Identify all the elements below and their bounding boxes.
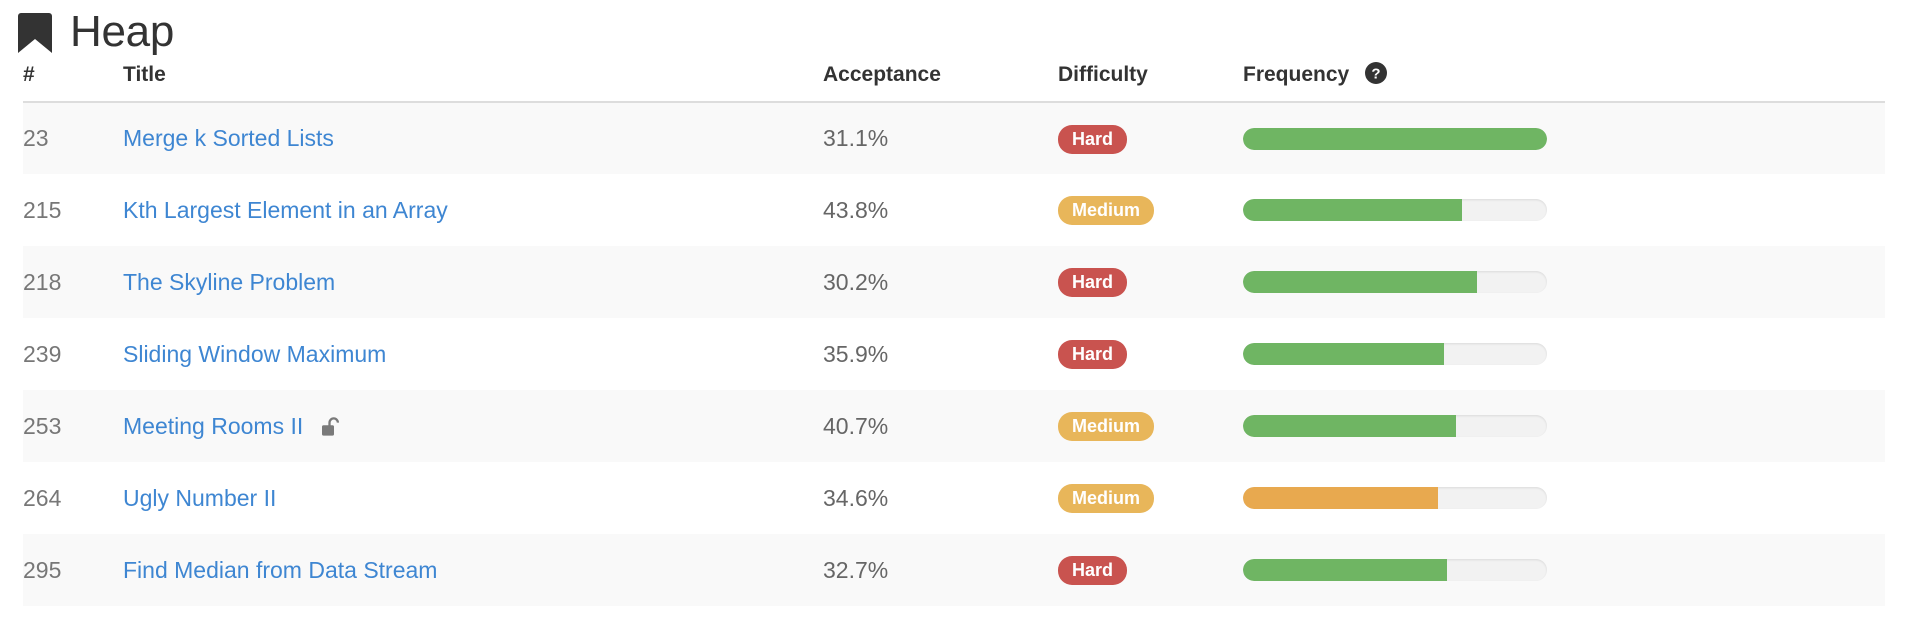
problem-title-cell: The Skyline Problem xyxy=(123,246,823,318)
frequency-bar-fill xyxy=(1243,199,1462,221)
frequency-cell xyxy=(1243,318,1885,390)
frequency-bar-track xyxy=(1243,559,1547,581)
difficulty-badge: Medium xyxy=(1058,484,1155,513)
column-header-difficulty[interactable]: Difficulty xyxy=(1058,56,1243,103)
problem-link[interactable]: Meeting Rooms II xyxy=(123,413,303,440)
problem-title-cell: Ugly Number II xyxy=(123,462,823,534)
acceptance-rate: 32.7% xyxy=(823,534,1058,606)
problem-id: 215 xyxy=(23,174,123,246)
frequency-bar-track xyxy=(1243,343,1547,365)
problem-id: 264 xyxy=(23,462,123,534)
acceptance-rate: 30.2% xyxy=(823,246,1058,318)
title-wrap: Kth Largest Element in an Array xyxy=(123,197,448,224)
problem-id: 253 xyxy=(23,390,123,462)
difficulty-cell: Medium xyxy=(1058,462,1243,534)
title-wrap: The Skyline Problem xyxy=(123,269,335,296)
column-header-id[interactable]: # xyxy=(23,56,123,103)
problem-link[interactable]: Ugly Number II xyxy=(123,485,276,512)
title-wrap: Sliding Window Maximum xyxy=(123,341,386,368)
table-row[interactable]: 253 Meeting Rooms II 40.7% Medium xyxy=(23,390,1885,462)
column-header-frequency-label: Frequency xyxy=(1243,63,1350,86)
difficulty-cell: Medium xyxy=(1058,390,1243,462)
problem-link[interactable]: Find Median from Data Stream xyxy=(123,557,437,584)
frequency-bar-track xyxy=(1243,199,1547,221)
column-header-title[interactable]: Title xyxy=(123,56,823,103)
problems-table: # Title Acceptance Difficulty Frequency … xyxy=(23,56,1885,606)
difficulty-badge: Hard xyxy=(1058,340,1128,369)
problem-title-cell: Kth Largest Element in an Array xyxy=(123,174,823,246)
difficulty-badge: Hard xyxy=(1058,124,1128,154)
frequency-cell xyxy=(1243,102,1885,174)
table-row[interactable]: 264 Ugly Number II 34.6% Medium xyxy=(23,462,1885,534)
problem-title-cell: Sliding Window Maximum xyxy=(123,318,823,390)
frequency-cell xyxy=(1243,246,1885,318)
table-header: # Title Acceptance Difficulty Frequency … xyxy=(23,56,1885,103)
difficulty-cell: Hard xyxy=(1058,246,1243,318)
column-header-frequency[interactable]: Frequency ? xyxy=(1243,56,1885,103)
acceptance-rate: 31.1% xyxy=(823,102,1058,174)
title-wrap: Merge k Sorted Lists xyxy=(123,125,334,152)
column-header-acceptance[interactable]: Acceptance xyxy=(823,56,1058,103)
table-header-row: # Title Acceptance Difficulty Frequency … xyxy=(23,56,1885,103)
frequency-bar-fill xyxy=(1243,127,1547,150)
acceptance-rate: 35.9% xyxy=(823,318,1058,390)
table-row[interactable]: 295 Find Median from Data Stream 32.7% Hard xyxy=(23,534,1885,606)
svg-text:?: ? xyxy=(1371,66,1380,83)
frequency-bar-track xyxy=(1243,127,1547,150)
difficulty-cell: Medium xyxy=(1058,174,1243,246)
problem-title-cell: Merge k Sorted Lists xyxy=(123,102,823,174)
unlock-icon xyxy=(321,416,343,436)
frequency-bar-fill xyxy=(1243,271,1478,293)
frequency-bar-track xyxy=(1243,415,1547,437)
problem-link[interactable]: Kth Largest Element in an Array xyxy=(123,197,448,224)
acceptance-rate: 40.7% xyxy=(823,390,1058,462)
problem-title-cell: Find Median from Data Stream xyxy=(123,534,823,606)
frequency-bar-track xyxy=(1243,487,1547,509)
title-wrap: Ugly Number II xyxy=(123,485,276,512)
difficulty-cell: Hard xyxy=(1058,318,1243,390)
frequency-cell xyxy=(1243,534,1885,606)
page-header: Heap xyxy=(0,0,1930,56)
problem-id: 239 xyxy=(23,318,123,390)
frequency-bar-fill xyxy=(1243,559,1447,581)
problem-id: 218 xyxy=(23,246,123,318)
bookmark-icon xyxy=(18,10,52,54)
frequency-bar-fill xyxy=(1243,487,1438,509)
table-body: 23 Merge k Sorted Lists 31.1% Hard 215 Kth La… xyxy=(23,102,1885,606)
difficulty-cell: Hard xyxy=(1058,102,1243,174)
acceptance-rate: 34.6% xyxy=(823,462,1058,534)
title-wrap: Find Median from Data Stream xyxy=(123,557,437,584)
problem-id: 23 xyxy=(23,102,123,174)
frequency-cell xyxy=(1243,174,1885,246)
difficulty-badge: Hard xyxy=(1058,268,1128,297)
table-row[interactable]: 239 Sliding Window Maximum 35.9% Hard xyxy=(23,318,1885,390)
frequency-bar-fill xyxy=(1243,343,1444,365)
problem-id: 295 xyxy=(23,534,123,606)
frequency-cell xyxy=(1243,390,1885,462)
problem-title-cell: Meeting Rooms II xyxy=(123,390,823,462)
frequency-bar-fill xyxy=(1243,415,1456,437)
difficulty-cell: Hard xyxy=(1058,534,1243,606)
problem-link[interactable]: The Skyline Problem xyxy=(123,269,335,296)
difficulty-badge: Medium xyxy=(1058,412,1155,441)
problem-link[interactable]: Merge k Sorted Lists xyxy=(123,125,334,152)
acceptance-rate: 43.8% xyxy=(823,174,1058,246)
heap-problem-list-page: Heap # Title Acceptance Difficulty Frequ… xyxy=(0,0,1930,637)
difficulty-badge: Hard xyxy=(1058,556,1128,585)
question-circle-icon[interactable]: ? xyxy=(1365,62,1388,84)
problem-link[interactable]: Sliding Window Maximum xyxy=(123,341,386,368)
frequency-bar-track xyxy=(1243,271,1547,293)
table-row[interactable]: 23 Merge k Sorted Lists 31.1% Hard xyxy=(23,102,1885,174)
table-row[interactable]: 218 The Skyline Problem 30.2% Hard xyxy=(23,246,1885,318)
frequency-cell xyxy=(1243,462,1885,534)
page-title: Heap xyxy=(70,7,174,56)
difficulty-badge: Medium xyxy=(1058,196,1155,225)
table-row[interactable]: 215 Kth Largest Element in an Array 43.8% M… xyxy=(23,174,1885,246)
title-wrap: Meeting Rooms II xyxy=(123,413,343,440)
